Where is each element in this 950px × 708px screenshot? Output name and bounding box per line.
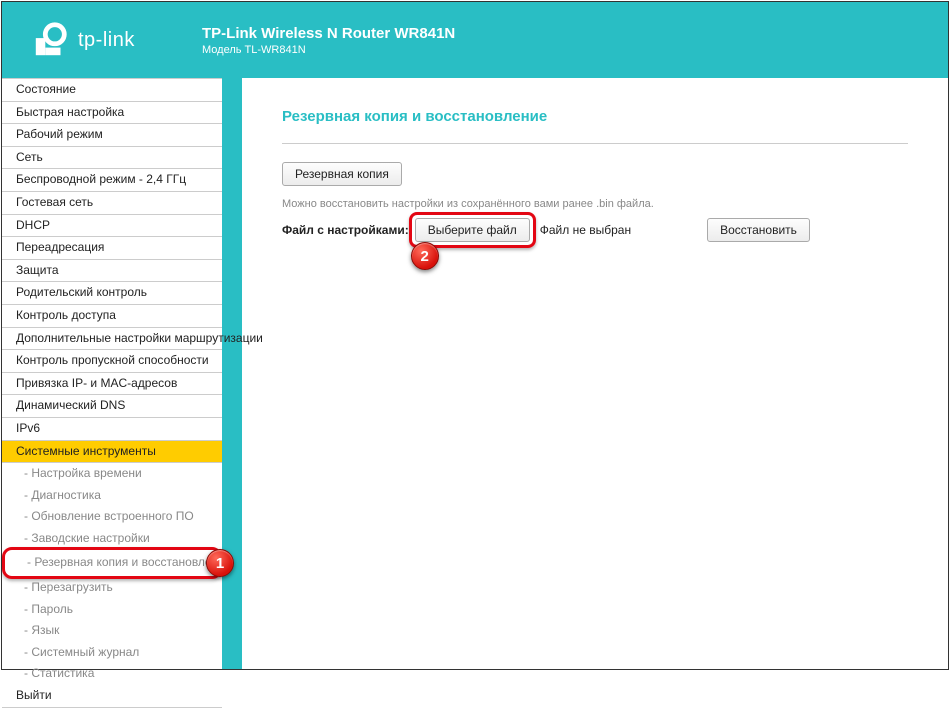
file-row: Файл с настройками: Выберите файл 2 Файл… bbox=[282, 218, 908, 242]
brand-text: tp-link bbox=[78, 29, 135, 52]
sidebar-item[interactable]: Настройка времени bbox=[2, 463, 222, 485]
tplink-logo-icon bbox=[32, 21, 70, 59]
sidebar-item-label: Заводские настройки bbox=[31, 531, 149, 545]
sidebar-item[interactable]: Состояние bbox=[2, 78, 222, 102]
sidebar-item[interactable]: Привязка IP- и MAC-адресов bbox=[2, 373, 222, 396]
sidebar-item[interactable]: Динамический DNS bbox=[2, 395, 222, 418]
sidebar-item[interactable]: Язык bbox=[2, 620, 222, 642]
sidebar-item-label: Сеть bbox=[16, 150, 43, 164]
choose-file-button[interactable]: Выберите файл bbox=[415, 218, 530, 242]
annotation-badge-1: 1 bbox=[206, 549, 234, 577]
file-status: Файл не выбран bbox=[540, 223, 631, 237]
main-content: Резервная копия и восстановление Резервн… bbox=[242, 78, 948, 669]
sidebar-item-label: Контроль пропускной способности bbox=[16, 353, 209, 367]
sidebar-item[interactable]: Обновление встроенного ПО bbox=[2, 506, 222, 528]
sidebar-item-label: Системные инструменты bbox=[16, 444, 156, 458]
header-model: Модель TL-WR841N bbox=[202, 44, 455, 56]
sidebar-item-label: Диагностика bbox=[31, 488, 101, 502]
sidebar-item[interactable]: Контроль пропускной способности bbox=[2, 350, 222, 373]
sidebar-item[interactable]: Контроль доступа bbox=[2, 305, 222, 328]
sidebar-item-label: Статистика bbox=[31, 666, 94, 680]
sidebar-item[interactable]: Защита bbox=[2, 260, 222, 283]
sidebar-item-label: Беспроводной режим - 2,4 ГГц bbox=[16, 172, 186, 186]
sidebar-item-label: Привязка IP- и MAC-адресов bbox=[16, 376, 177, 390]
sidebar-item-label: Состояние bbox=[16, 82, 76, 96]
sidebar-item-label: Настройка времени bbox=[31, 466, 141, 480]
sidebar-item[interactable]: Быстрая настройка bbox=[2, 102, 222, 125]
header-info: TP-Link Wireless N Router WR841N Модель … bbox=[202, 25, 455, 56]
sidebar-item[interactable]: Системные инструменты bbox=[2, 441, 222, 464]
sidebar-item[interactable]: Рабочий режим bbox=[2, 124, 222, 147]
sidebar-item[interactable]: Диагностика bbox=[2, 485, 222, 507]
backup-button[interactable]: Резервная копия bbox=[282, 162, 402, 186]
header: tp-link TP-Link Wireless N Router WR841N… bbox=[2, 2, 948, 78]
sidebar-item[interactable]: Перезагрузить bbox=[2, 577, 222, 599]
sidebar-item-label: IPv6 bbox=[16, 421, 40, 435]
sidebar-item-label: Пароль bbox=[31, 602, 73, 616]
sidebar-item-label: Динамический DNS bbox=[16, 398, 125, 412]
divider bbox=[282, 143, 908, 144]
sidebar-item[interactable]: DHCP bbox=[2, 215, 222, 238]
sidebar-item[interactable]: Заводские настройки bbox=[2, 528, 222, 550]
restore-button[interactable]: Восстановить bbox=[707, 218, 810, 242]
sidebar-item-label: Дополнительные настройки маршрутизации bbox=[16, 331, 263, 345]
sidebar-item[interactable]: IPv6 bbox=[2, 418, 222, 441]
header-title: TP-Link Wireless N Router WR841N bbox=[202, 25, 455, 42]
sidebar-item[interactable]: Родительский контроль bbox=[2, 282, 222, 305]
sidebar-item[interactable]: Гостевая сеть bbox=[2, 192, 222, 215]
sidebar-item-label: Быстрая настройка bbox=[16, 105, 124, 119]
sidebar-item-label: Гостевая сеть bbox=[16, 195, 93, 209]
highlight-box-1: Резервная копия и восстановление1 bbox=[2, 547, 222, 579]
sidebar-item[interactable]: Дополнительные настройки маршрутизации bbox=[2, 328, 222, 351]
sidebar-item-backup-restore[interactable]: Резервная копия и восстановление1 bbox=[2, 547, 222, 579]
sidebar-item-label: DHCP bbox=[16, 218, 50, 232]
page-title: Резервная копия и восстановление bbox=[282, 108, 908, 125]
sidebar-item-label: Защита bbox=[16, 263, 59, 277]
sidebar-item[interactable]: Статистика bbox=[2, 663, 222, 685]
restore-note: Можно восстановить настройки из сохранён… bbox=[282, 198, 908, 210]
annotation-badge-2: 2 bbox=[411, 242, 439, 270]
sidebar-item-label: Выйти bbox=[16, 688, 52, 702]
sidebar-item-label: Перезагрузить bbox=[31, 580, 112, 594]
sidebar-item-label: Контроль доступа bbox=[16, 308, 116, 322]
sidebar-item-label: Язык bbox=[31, 623, 59, 637]
sidebar-item[interactable]: Пароль bbox=[2, 599, 222, 621]
sidebar-item[interactable]: Системный журнал bbox=[2, 642, 222, 664]
sidebar-item[interactable]: Сеть bbox=[2, 147, 222, 170]
sidebar-item-label: Системный журнал bbox=[31, 645, 139, 659]
brand-logo: tp-link bbox=[32, 21, 192, 59]
sidebar-item-label: Переадресация bbox=[16, 240, 104, 254]
sidebar: Состояние Быстрая настройка Рабочий режим С… bbox=[2, 78, 242, 669]
sidebar-item-label: Обновление встроенного ПО bbox=[31, 509, 193, 523]
sidebar-item[interactable]: Беспроводной режим - 2,4 ГГц bbox=[2, 169, 222, 192]
sidebar-item-label: Рабочий режим bbox=[16, 127, 103, 141]
sidebar-item[interactable]: Выйти bbox=[2, 685, 222, 708]
sidebar-item[interactable]: Переадресация bbox=[2, 237, 222, 260]
sidebar-item-label: Родительский контроль bbox=[16, 285, 147, 299]
sidebar-item-label: Резервная копия и восстановление bbox=[34, 555, 231, 569]
file-label: Файл с настройками: bbox=[282, 223, 409, 237]
